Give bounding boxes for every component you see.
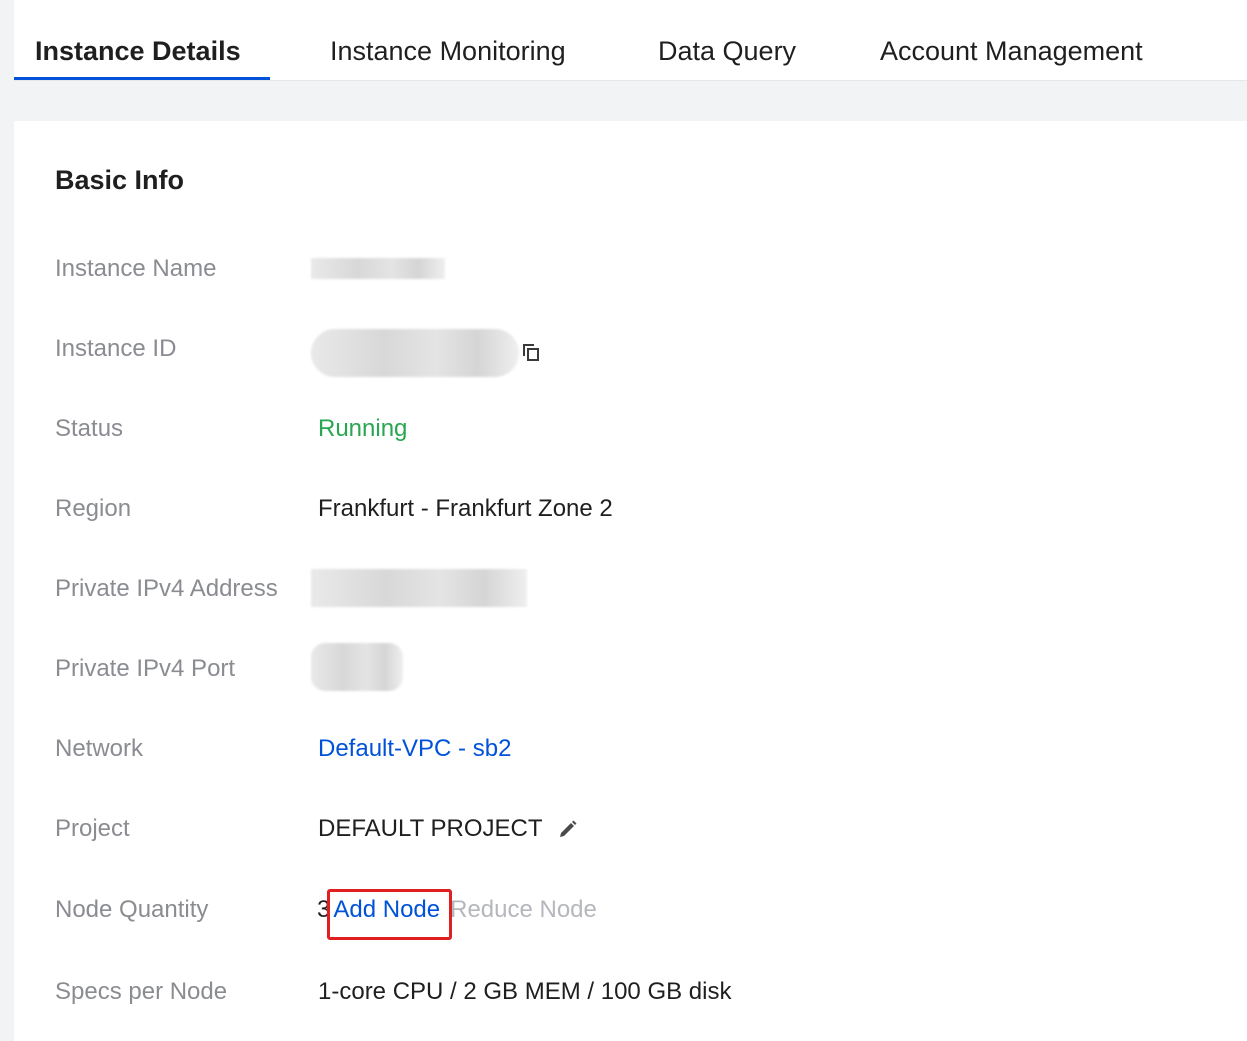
network-separator: -: [451, 735, 473, 762]
vpc-link[interactable]: Default-VPC: [318, 735, 451, 762]
row-region: Region Frankfurt - Frankfurt Zone 2: [55, 489, 1205, 529]
tab-account-management[interactable]: Account Management: [880, 0, 1143, 80]
instance-name-redacted: [311, 258, 445, 279]
network-label: Network: [55, 735, 144, 762]
row-private-ipv4-port: Private IPv4 Port: [55, 643, 1205, 691]
instance-name-label: Instance Name: [55, 255, 217, 282]
instance-id-redacted: [311, 329, 519, 377]
row-network: Network Default-VPC - sb2: [55, 729, 1205, 769]
private-ipv4-address-redacted: [311, 569, 527, 607]
project-value-wrap: DEFAULT PROJECT: [318, 809, 578, 849]
node-quantity-label: Node Quantity: [55, 896, 209, 923]
private-ipv4-address-label: Private IPv4 Address: [55, 575, 278, 602]
status-value: Running: [318, 415, 408, 442]
row-node-quantity: Node Quantity 3 Add Node Reduce Node: [55, 889, 1205, 940]
tab-data-query[interactable]: Data Query: [658, 0, 796, 80]
add-node-highlight: [327, 889, 452, 940]
project-value: DEFAULT PROJECT: [318, 815, 543, 842]
tab-instance-monitoring[interactable]: Instance Monitoring: [330, 0, 566, 80]
row-instance-name: Instance Name: [55, 249, 1205, 289]
region-value: Frankfurt - Frankfurt Zone 2: [318, 495, 613, 522]
row-private-ipv4-address: Private IPv4 Address: [55, 569, 1205, 609]
copy-icon[interactable]: [522, 343, 540, 361]
content-gap: [14, 81, 1247, 121]
active-tab-indicator: [14, 77, 270, 80]
instance-id-label: Instance ID: [55, 335, 177, 362]
row-project: Project DEFAULT PROJECT: [55, 809, 1205, 849]
private-ipv4-port-label: Private IPv4 Port: [55, 655, 236, 682]
pencil-icon[interactable]: [556, 819, 578, 841]
tab-instance-details[interactable]: Instance Details: [35, 0, 241, 80]
row-status: Status Running: [55, 409, 1205, 449]
region-label: Region: [55, 495, 132, 522]
reduce-node-button[interactable]: Reduce Node: [450, 896, 597, 923]
private-ipv4-port-redacted: [311, 643, 403, 691]
section-title: Basic Info: [55, 165, 185, 195]
network-value: Default-VPC - sb2: [318, 729, 511, 769]
project-label: Project: [55, 815, 130, 842]
tab-bar: Instance Details Instance Monitoring Dat…: [14, 0, 1247, 81]
status-label: Status: [55, 415, 124, 442]
specs-label: Specs per Node: [55, 978, 228, 1005]
specs-value: 1-core CPU / 2 GB MEM / 100 GB disk: [318, 978, 732, 1005]
row-instance-id: Instance ID: [55, 329, 1205, 377]
subnet-link[interactable]: sb2: [473, 735, 512, 762]
basic-info-card: Basic Info Instance Name Instance ID Sta…: [14, 121, 1247, 1041]
row-specs-per-node: Specs per Node 1-core CPU / 2 GB MEM / 1…: [55, 972, 1205, 1012]
